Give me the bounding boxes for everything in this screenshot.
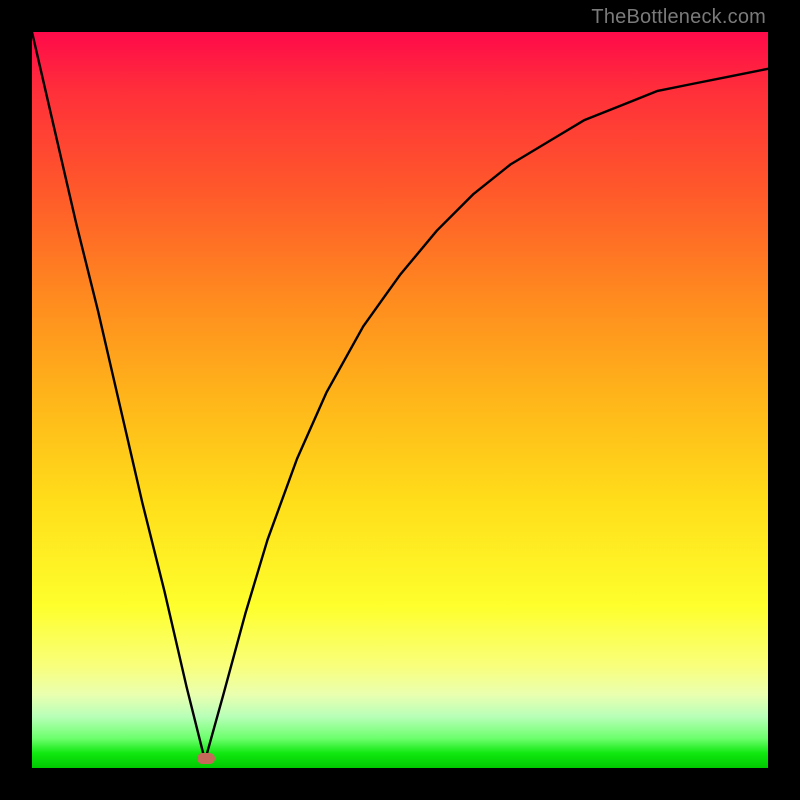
chart-frame: TheBottleneck.com <box>0 0 800 800</box>
minimum-marker <box>197 753 215 764</box>
curve-path <box>32 32 768 761</box>
bottleneck-curve <box>32 32 768 768</box>
watermark-text: TheBottleneck.com <box>591 6 766 29</box>
